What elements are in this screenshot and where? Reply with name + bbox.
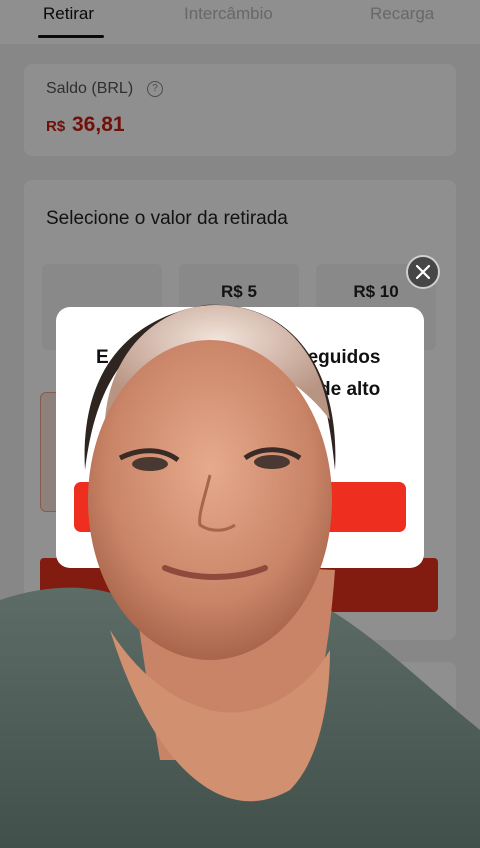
webcam-person-overlay	[0, 304, 480, 848]
